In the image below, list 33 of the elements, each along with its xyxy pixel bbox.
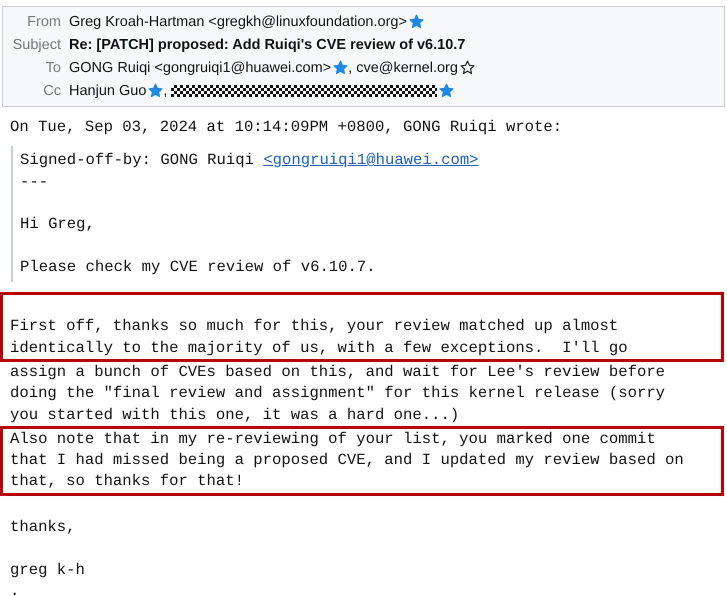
message-line: greg k-h — [10, 560, 85, 579]
attribution-line: On Tue, Sep 03, 2024 at 10:14:09PM +0800, GONG Ruiqi wrote: — [10, 118, 562, 136]
subject-text: Re: [PATCH] proposed: Add Ruiqi's CVE review of v6.10.7 — [69, 36, 466, 52]
star-icon[interactable] — [408, 14, 424, 29]
contact-name[interactable]: Hanjun Guo — [69, 82, 146, 98]
comma: , — [348, 60, 352, 76]
message-line: doing the "final review and assignment" for this kernel release (sorry — [10, 384, 666, 402]
message-line: Please check my CVE review of v6.10.7. — [20, 258, 376, 276]
message-line: identically to the majority of us, with a few exceptions. I'll go — [10, 338, 628, 357]
field-label: From — [26, 14, 62, 30]
email-link[interactable]: <gongruiqi1@huawei.com> — [263, 151, 479, 170]
message-line: First off, thanks so much for this, your review matched up almost — [10, 317, 618, 336]
message-line: Also note that in my re-reviewing of your list, you marked one commit — [10, 430, 656, 448]
message-line: Hi Greg, — [20, 215, 95, 234]
star-icon[interactable] — [333, 60, 348, 75]
message-line: thanks, — [10, 518, 76, 536]
star-icon[interactable] — [148, 83, 164, 98]
contact-name[interactable]: Greg Kroah-Hartman <gregkh@linuxfoundation.org> — [69, 14, 407, 30]
contact-name[interactable]: cve@kernel.org — [356, 60, 458, 76]
message-line: --- — [20, 172, 48, 191]
message-line: you started with this one, it was a hard one...) — [10, 406, 460, 424]
field-label: To — [44, 60, 62, 76]
comma: , — [163, 82, 168, 98]
star-icon[interactable] — [439, 83, 454, 98]
contact-name[interactable]: GONG Ruiqi <gongruiqi1@huawei.com> — [69, 60, 332, 76]
message-line: that I had missed being a proposed CVE, and I updated my review based on — [10, 451, 684, 470]
field-label: Subject — [12, 36, 62, 52]
message-line: that, so thanks for that! — [10, 472, 244, 490]
star-icon[interactable] — [460, 60, 475, 75]
message-line: Signed-off-by: GONG Ruiqi — [20, 151, 255, 170]
field-label: Cc — [42, 82, 62, 98]
message-line: assign a bunch of CVEs based on this, and wait for Lee's review before — [10, 362, 666, 381]
message-line: . — [10, 582, 20, 596]
